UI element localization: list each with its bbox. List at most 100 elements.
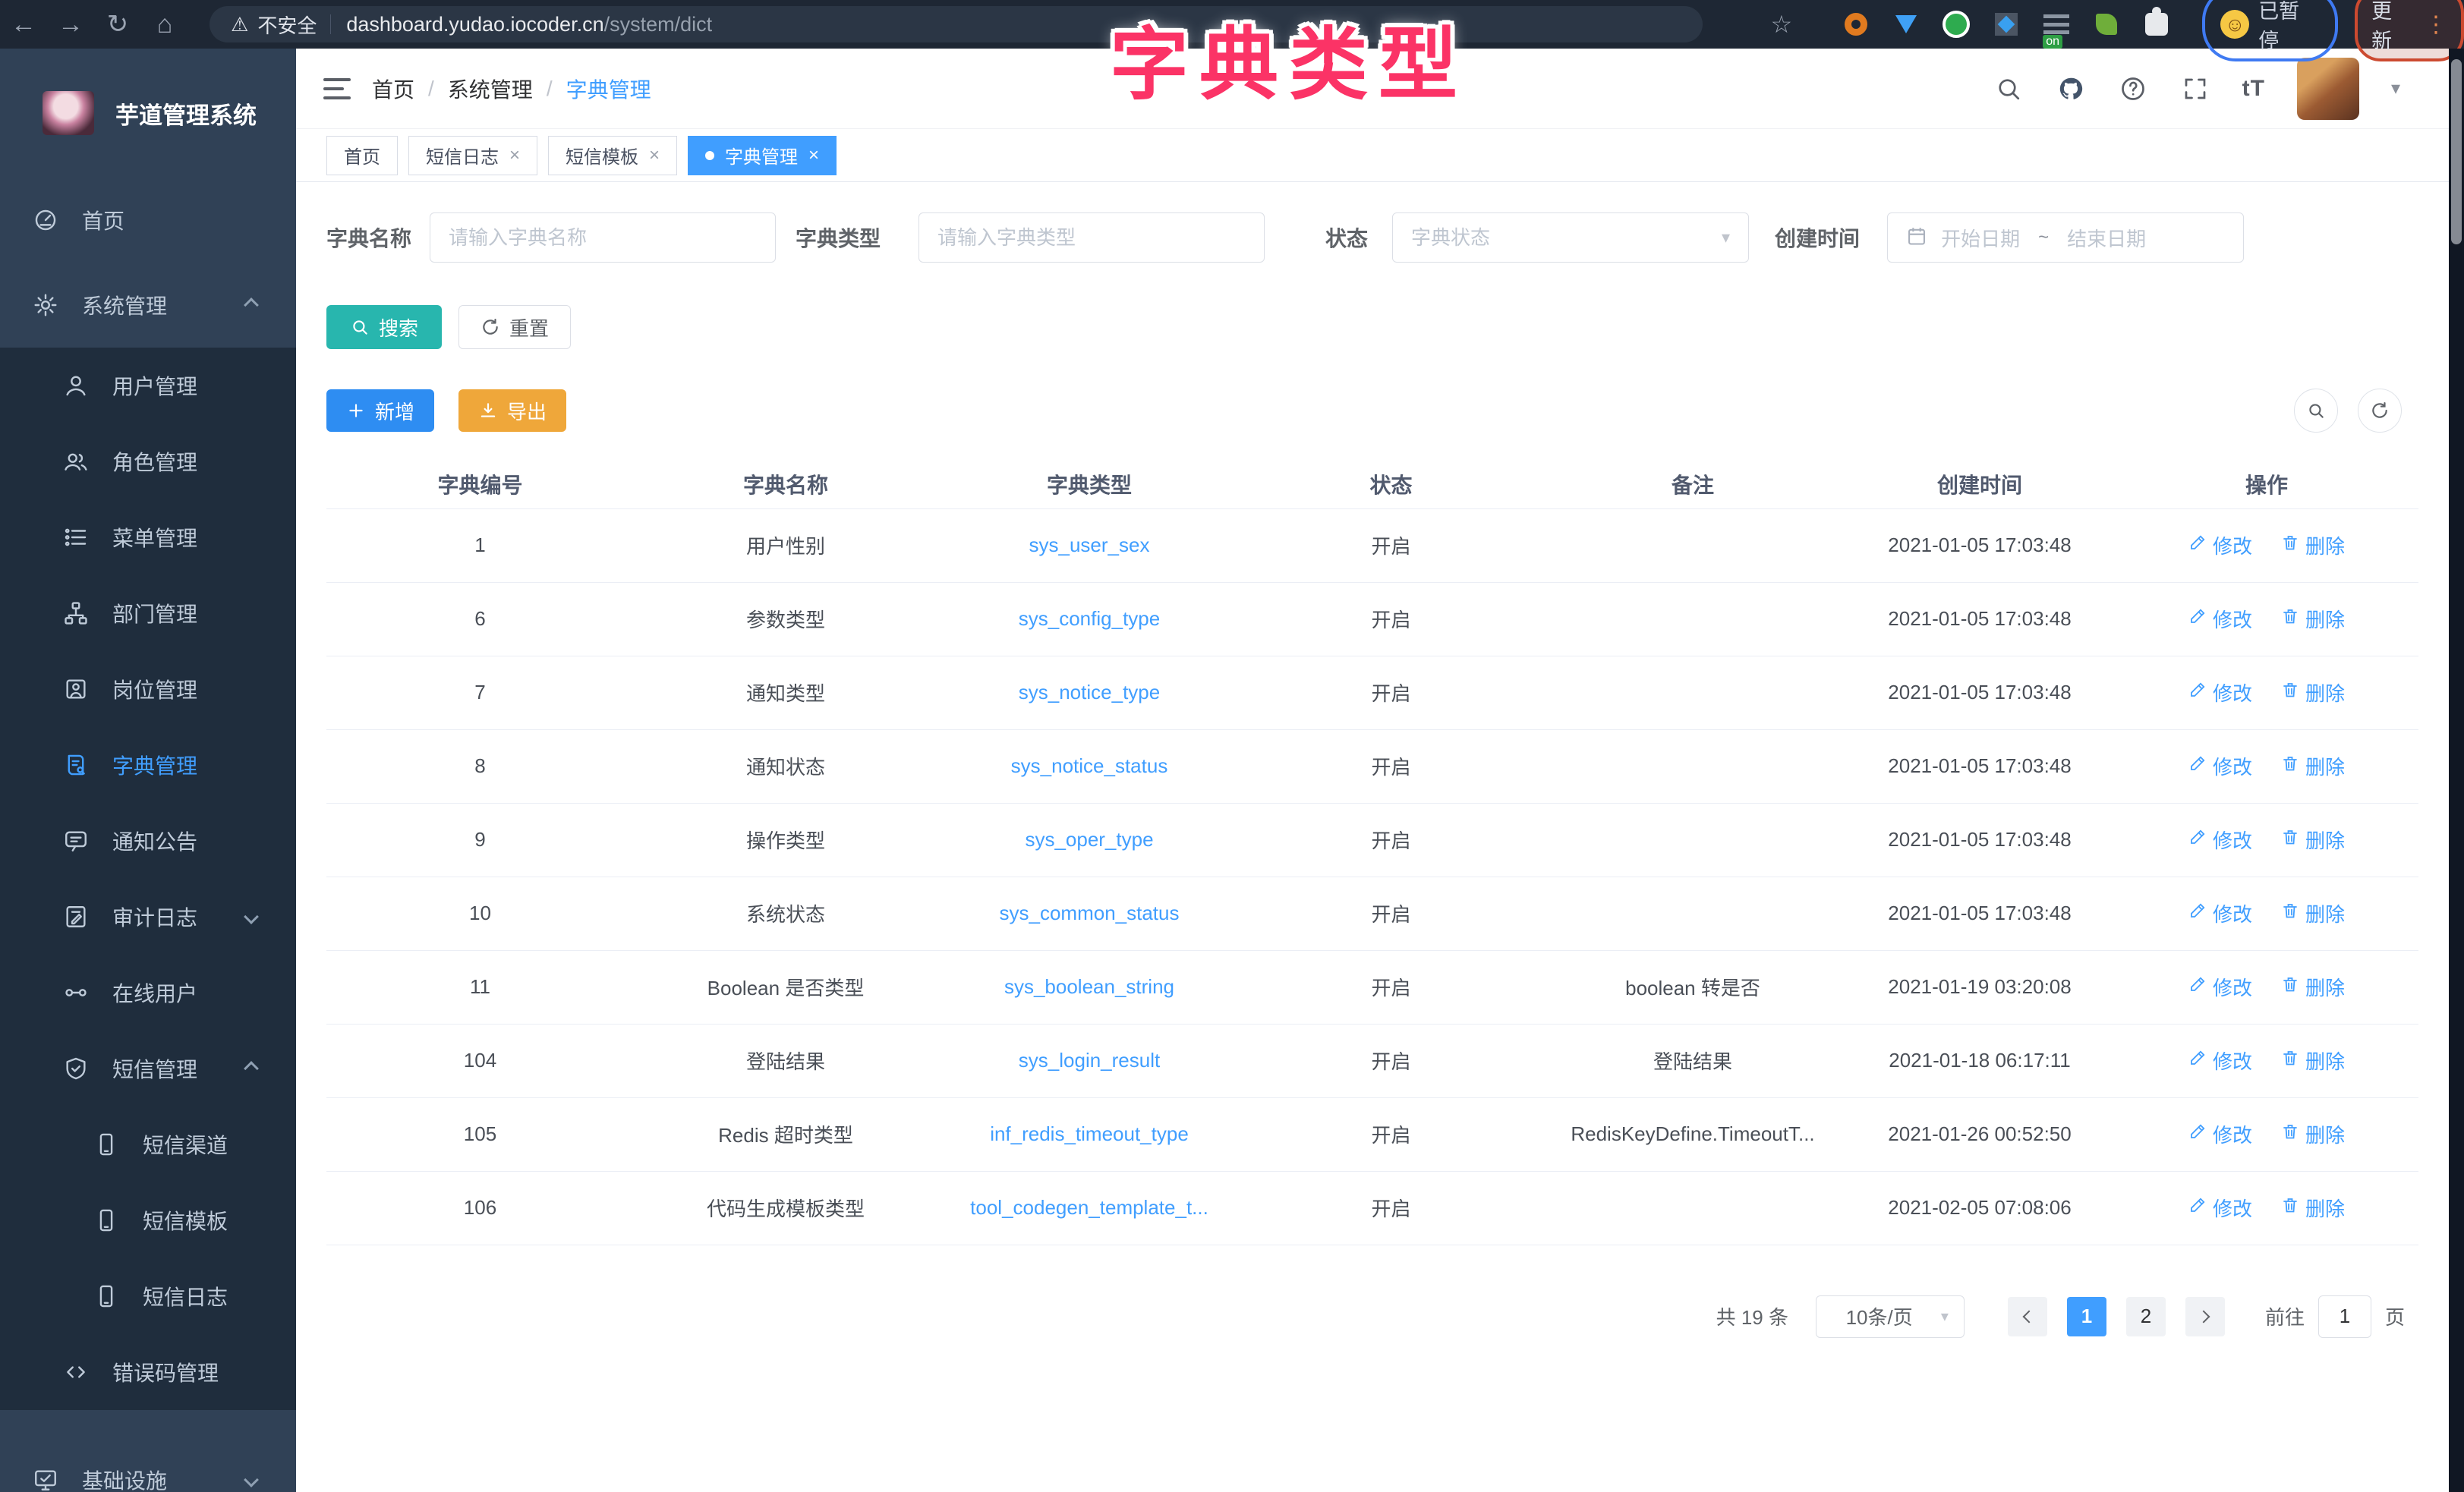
sidebar-item-code[interactable]: 错误码管理 xyxy=(0,1334,296,1410)
cell-type-link[interactable]: inf_redis_timeout_type xyxy=(937,1097,1241,1171)
status-select[interactable]: ▾ xyxy=(1392,212,1749,263)
profile-paused-chip[interactable]: ☺ 已暂停 xyxy=(2205,0,2335,58)
sidebar-item-message[interactable]: 通知公告 xyxy=(0,803,296,879)
delete-link[interactable]: 删除 xyxy=(2281,1194,2345,1222)
cell-type-link[interactable]: tool_codegen_template_t... xyxy=(937,1171,1241,1245)
refresh-button[interactable] xyxy=(2358,389,2402,433)
font-size-icon[interactable]: tT xyxy=(2242,76,2265,102)
sidebar-item-dict-book[interactable]: 字典管理 xyxy=(0,727,296,803)
github-icon[interactable] xyxy=(2056,74,2086,104)
edit-link[interactable]: 修改 xyxy=(2188,678,2252,707)
page-button-1[interactable]: 1 xyxy=(2067,1297,2106,1336)
scrollbar[interactable] xyxy=(2449,49,2464,1492)
add-button[interactable]: 新增 xyxy=(326,389,434,432)
sidebar-item-audit-log[interactable]: 审计日志 xyxy=(0,879,296,955)
sidebar-item-phone[interactable]: 短信日志 xyxy=(0,1258,296,1334)
delete-link[interactable]: 删除 xyxy=(2281,899,2345,927)
close-icon[interactable]: × xyxy=(808,145,819,166)
home-icon[interactable]: ⌂ xyxy=(141,10,188,39)
sidebar-item-phone[interactable]: 短信渠道 xyxy=(0,1106,296,1182)
reload-icon[interactable]: ↻ xyxy=(94,9,141,39)
prev-page-button[interactable] xyxy=(2008,1297,2047,1336)
edit-link[interactable]: 修改 xyxy=(2188,605,2252,633)
delete-link[interactable]: 删除 xyxy=(2281,678,2345,707)
close-icon[interactable]: × xyxy=(509,145,520,166)
reset-button[interactable]: 重置 xyxy=(458,305,571,349)
delete-link[interactable]: 删除 xyxy=(2281,752,2345,780)
cell-type-link[interactable]: sys_notice_status xyxy=(937,729,1241,803)
browser-menu-icon[interactable]: ⋮ xyxy=(2425,11,2447,38)
edit-link[interactable]: 修改 xyxy=(2188,973,2252,1001)
cell-type-link[interactable]: sys_boolean_string xyxy=(937,950,1241,1024)
delete-link[interactable]: 删除 xyxy=(2281,605,2345,633)
forward-icon[interactable]: → xyxy=(47,10,94,39)
sidebar-item-online[interactable]: 在线用户 xyxy=(0,955,296,1031)
extension-list-icon[interactable]: on xyxy=(2041,9,2072,39)
breadcrumb-item[interactable]: 系统管理 xyxy=(448,74,533,104)
scrollbar-thumb[interactable] xyxy=(2451,59,2462,244)
edit-link[interactable]: 修改 xyxy=(2188,752,2252,780)
extension-blue-diamond-icon[interactable] xyxy=(1991,9,2021,39)
avatar-caret-icon[interactable]: ▾ xyxy=(2391,77,2400,99)
extension-orange-ring-icon[interactable] xyxy=(1841,9,1871,39)
sidebar-item-dashboard[interactable]: 首页 xyxy=(0,178,296,263)
cell-type-link[interactable]: sys_oper_type xyxy=(937,803,1241,877)
tab-字典管理[interactable]: 字典管理× xyxy=(688,136,837,175)
cell-type-link[interactable]: sys_notice_type xyxy=(937,656,1241,729)
extension-green-circle-icon[interactable] xyxy=(1941,9,1971,39)
close-icon[interactable]: × xyxy=(649,145,660,166)
sidebar-item-user[interactable]: 用户管理 xyxy=(0,348,296,423)
delete-link[interactable]: 删除 xyxy=(2281,973,2345,1001)
sidebar-item-monitor[interactable]: 基础设施 xyxy=(0,1437,296,1492)
help-icon[interactable] xyxy=(2118,74,2148,104)
tab-首页[interactable]: 首页 xyxy=(326,136,398,175)
extensions-puzzle-icon[interactable] xyxy=(2141,9,2172,39)
edit-link[interactable]: 修改 xyxy=(2188,899,2252,927)
cell-type-link[interactable]: sys_user_sex xyxy=(937,508,1241,582)
breadcrumb-item[interactable]: 首页 xyxy=(372,74,414,104)
bookmark-star-icon[interactable]: ☆ xyxy=(1771,10,1793,39)
dict-name-input[interactable] xyxy=(449,226,757,250)
dict-type-field[interactable] xyxy=(918,212,1265,263)
avatar[interactable] xyxy=(2297,58,2359,120)
address-bar[interactable]: ⚠ 不安全 dashboard.yudao.iocoder.cn/system/… xyxy=(210,6,1703,42)
extension-blue-gem-icon[interactable] xyxy=(1891,9,1921,39)
page-button-2[interactable]: 2 xyxy=(2126,1297,2166,1336)
back-icon[interactable]: ← xyxy=(0,10,47,39)
sidebar-item-sms-shield[interactable]: 短信管理 xyxy=(0,1031,296,1106)
goto-page-input[interactable] xyxy=(2318,1295,2371,1338)
page-size-select[interactable]: 10条/页 ▾ xyxy=(1816,1295,1965,1338)
sidebar-item-menu-list[interactable]: 菜单管理 xyxy=(0,499,296,575)
sidebar-item-gear[interactable]: 系统管理 xyxy=(0,263,296,348)
chrome-update-chip[interactable]: 更新 ⋮ xyxy=(2358,0,2461,58)
fullscreen-icon[interactable] xyxy=(2180,74,2210,104)
extension-leaf-icon[interactable] xyxy=(2091,9,2122,39)
edit-link[interactable]: 修改 xyxy=(2188,826,2252,854)
date-range-picker[interactable]: 开始日期 ~ 结束日期 xyxy=(1887,212,2244,263)
cell-type-link[interactable]: sys_common_status xyxy=(937,877,1241,950)
next-page-button[interactable] xyxy=(2185,1297,2225,1336)
status-select-input[interactable] xyxy=(1411,226,1722,250)
dict-type-input[interactable] xyxy=(937,226,1246,250)
search-button[interactable]: 搜索 xyxy=(326,305,442,349)
show-search-button[interactable] xyxy=(2294,389,2338,433)
cell-type-link[interactable]: sys_login_result xyxy=(937,1024,1241,1097)
sidebar-item-phone[interactable]: 短信模板 xyxy=(0,1182,296,1258)
tab-短信日志[interactable]: 短信日志× xyxy=(408,136,537,175)
sidebar-item-org-tree[interactable]: 部门管理 xyxy=(0,575,296,651)
edit-link[interactable]: 修改 xyxy=(2188,1047,2252,1075)
delete-link[interactable]: 删除 xyxy=(2281,531,2345,559)
edit-link[interactable]: 修改 xyxy=(2188,1194,2252,1222)
edit-link[interactable]: 修改 xyxy=(2188,1120,2252,1148)
cell-type-link[interactable]: sys_config_type xyxy=(937,582,1241,656)
delete-link[interactable]: 删除 xyxy=(2281,1047,2345,1075)
tab-短信模板[interactable]: 短信模板× xyxy=(548,136,677,175)
search-icon[interactable] xyxy=(1993,74,2024,104)
edit-link[interactable]: 修改 xyxy=(2188,531,2252,559)
delete-link[interactable]: 删除 xyxy=(2281,826,2345,854)
dict-name-field[interactable] xyxy=(430,212,776,263)
sidebar-collapse-icon[interactable] xyxy=(323,78,351,99)
delete-link[interactable]: 删除 xyxy=(2281,1120,2345,1148)
sidebar-item-badge[interactable]: 岗位管理 xyxy=(0,651,296,727)
export-button[interactable]: 导出 xyxy=(458,389,566,432)
